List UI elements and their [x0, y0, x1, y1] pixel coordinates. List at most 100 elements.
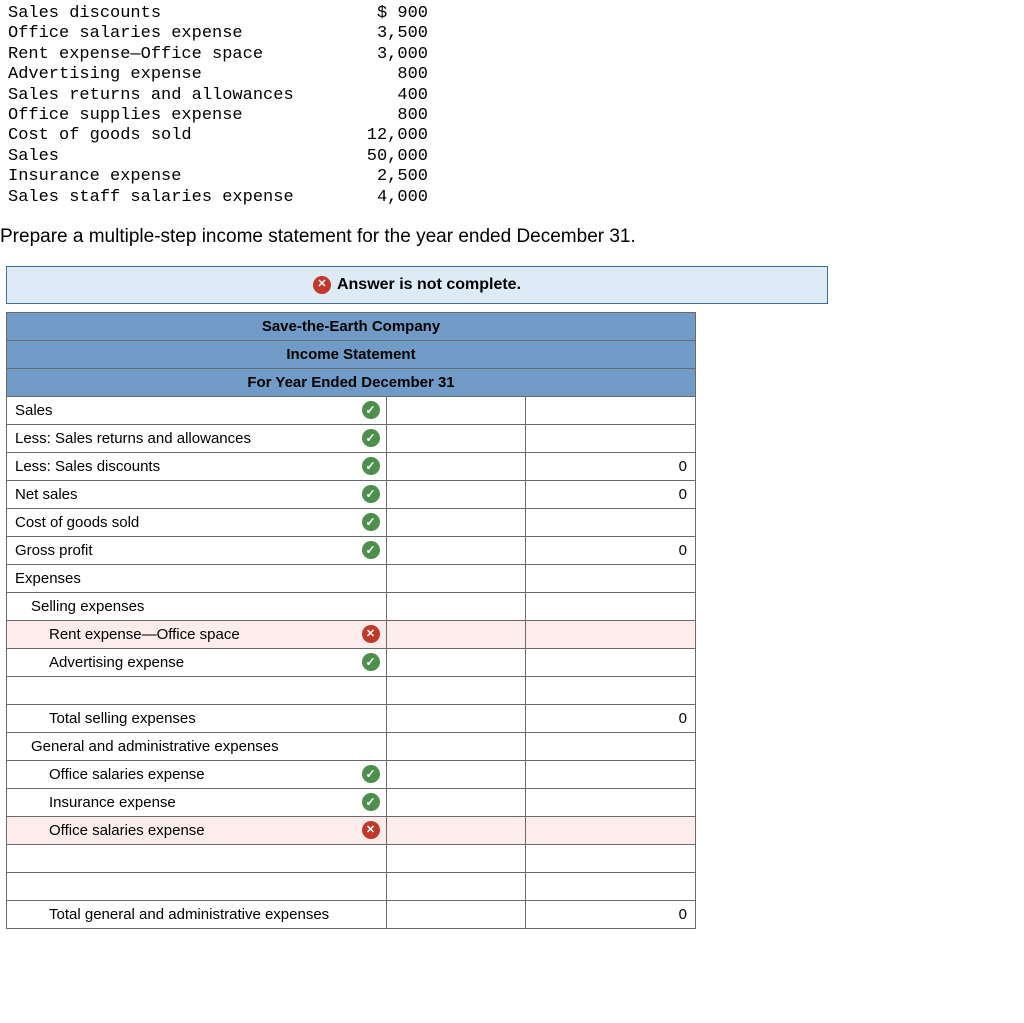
amount-cell-1[interactable]: [386, 620, 526, 648]
amount-cell-2[interactable]: 0: [526, 536, 696, 564]
row-label[interactable]: Advertising expense: [7, 648, 387, 676]
amount-cell-2[interactable]: [526, 844, 696, 872]
ledger-value: 50,000: [348, 147, 428, 167]
ledger-value: 800: [348, 106, 428, 126]
table-row: Rent expense—Office space: [7, 620, 696, 648]
row-label[interactable]: Less: Sales discounts: [7, 452, 387, 480]
amount-cell-1[interactable]: [386, 452, 526, 480]
statement-body: SalesLess: Sales returns and allowancesL…: [7, 396, 696, 928]
amount-cell-2[interactable]: [526, 424, 696, 452]
ledger-label: Office salaries expense: [8, 24, 348, 44]
row-label[interactable]: Gross profit: [7, 536, 387, 564]
table-row: Total general and administrative expense…: [7, 900, 696, 928]
ledger-label: Cost of goods sold: [8, 126, 348, 146]
table-row: [7, 872, 696, 900]
ledger-value: $ 900: [348, 4, 428, 24]
amount-cell-2[interactable]: 0: [526, 480, 696, 508]
amount-cell-1[interactable]: [386, 592, 526, 620]
amount-cell-1[interactable]: [386, 788, 526, 816]
amount-cell-1[interactable]: [386, 872, 526, 900]
ledger-label: Sales: [8, 147, 348, 167]
amount-cell-1[interactable]: [386, 396, 526, 424]
check-icon: [362, 485, 380, 503]
amount-cell-2[interactable]: 0: [526, 900, 696, 928]
amount-cell-1[interactable]: [386, 676, 526, 704]
check-icon: [362, 457, 380, 475]
amount-cell-2[interactable]: [526, 788, 696, 816]
amount-cell-2[interactable]: [526, 564, 696, 592]
amount-cell-2[interactable]: 0: [526, 704, 696, 732]
row-label[interactable]: Office salaries expense: [7, 760, 387, 788]
amount-cell-1[interactable]: [386, 732, 526, 760]
table-row: Advertising expense: [7, 648, 696, 676]
amount-cell-1[interactable]: [386, 816, 526, 844]
table-row: Gross profit 0: [7, 536, 696, 564]
income-statement-table: Save-the-Earth Company Income Statement …: [6, 312, 696, 929]
table-row: Less: Sales returns and allowances: [7, 424, 696, 452]
banner-text: Answer is not complete.: [337, 276, 521, 294]
row-label[interactable]: Total selling expenses: [7, 704, 387, 732]
statement-title: Income Statement: [7, 340, 696, 368]
amount-cell-2[interactable]: [526, 732, 696, 760]
ledger-label: Sales discounts: [8, 4, 348, 24]
check-icon: [362, 765, 380, 783]
ledger-label: Rent expense—Office space: [8, 45, 348, 65]
statement-period: For Year Ended December 31: [7, 368, 696, 396]
amount-cell-1[interactable]: [386, 424, 526, 452]
row-label[interactable]: Less: Sales returns and allowances: [7, 424, 387, 452]
check-icon: [362, 541, 380, 559]
row-label[interactable]: Insurance expense: [7, 788, 387, 816]
amount-cell-1[interactable]: [386, 760, 526, 788]
row-label[interactable]: [7, 676, 387, 704]
amount-cell-2[interactable]: [526, 816, 696, 844]
amount-cell-2[interactable]: [526, 872, 696, 900]
amount-cell-2[interactable]: [526, 676, 696, 704]
row-label[interactable]: Expenses: [7, 564, 387, 592]
amount-cell-1[interactable]: [386, 508, 526, 536]
row-label[interactable]: Selling expenses: [7, 592, 387, 620]
check-icon: [362, 653, 380, 671]
amount-cell-2[interactable]: [526, 396, 696, 424]
table-row: [7, 676, 696, 704]
ledger-table: Sales discounts$ 900Office salaries expe…: [8, 4, 428, 208]
row-label[interactable]: Rent expense—Office space: [7, 620, 387, 648]
ledger-label: Insurance expense: [8, 167, 348, 187]
row-label[interactable]: [7, 844, 387, 872]
ledger-label: Sales staff salaries expense: [8, 188, 348, 208]
table-row: Office salaries expense: [7, 816, 696, 844]
check-icon: [362, 513, 380, 531]
ledger-value: 3,000: [348, 45, 428, 65]
table-row: Office salaries expense: [7, 760, 696, 788]
row-label[interactable]: [7, 872, 387, 900]
row-label[interactable]: Office salaries expense: [7, 816, 387, 844]
amount-cell-1[interactable]: [386, 564, 526, 592]
row-label[interactable]: Net sales: [7, 480, 387, 508]
row-label[interactable]: General and administrative expenses: [7, 732, 387, 760]
amount-cell-2[interactable]: [526, 508, 696, 536]
check-icon: [362, 429, 380, 447]
amount-cell-2[interactable]: [526, 620, 696, 648]
ledger-value: 12,000: [348, 126, 428, 146]
amount-cell-2[interactable]: 0: [526, 452, 696, 480]
amount-cell-2[interactable]: [526, 592, 696, 620]
ledger-value: 2,500: [348, 167, 428, 187]
amount-cell-2[interactable]: [526, 760, 696, 788]
table-row: Less: Sales discounts 0: [7, 452, 696, 480]
row-label[interactable]: Cost of goods sold: [7, 508, 387, 536]
amount-cell-1[interactable]: [386, 900, 526, 928]
error-icon: [313, 276, 331, 294]
ledger-label: Sales returns and allowances: [8, 86, 348, 106]
x-icon: [362, 625, 380, 643]
amount-cell-1[interactable]: [386, 648, 526, 676]
amount-cell-1[interactable]: [386, 844, 526, 872]
amount-cell-1[interactable]: [386, 704, 526, 732]
amount-cell-1[interactable]: [386, 536, 526, 564]
row-label[interactable]: Total general and administrative expense…: [7, 900, 387, 928]
amount-cell-1[interactable]: [386, 480, 526, 508]
table-row: General and administrative expenses: [7, 732, 696, 760]
row-label[interactable]: Sales: [7, 396, 387, 424]
x-icon: [362, 821, 380, 839]
table-row: Cost of goods sold: [7, 508, 696, 536]
table-row: Expenses: [7, 564, 696, 592]
amount-cell-2[interactable]: [526, 648, 696, 676]
